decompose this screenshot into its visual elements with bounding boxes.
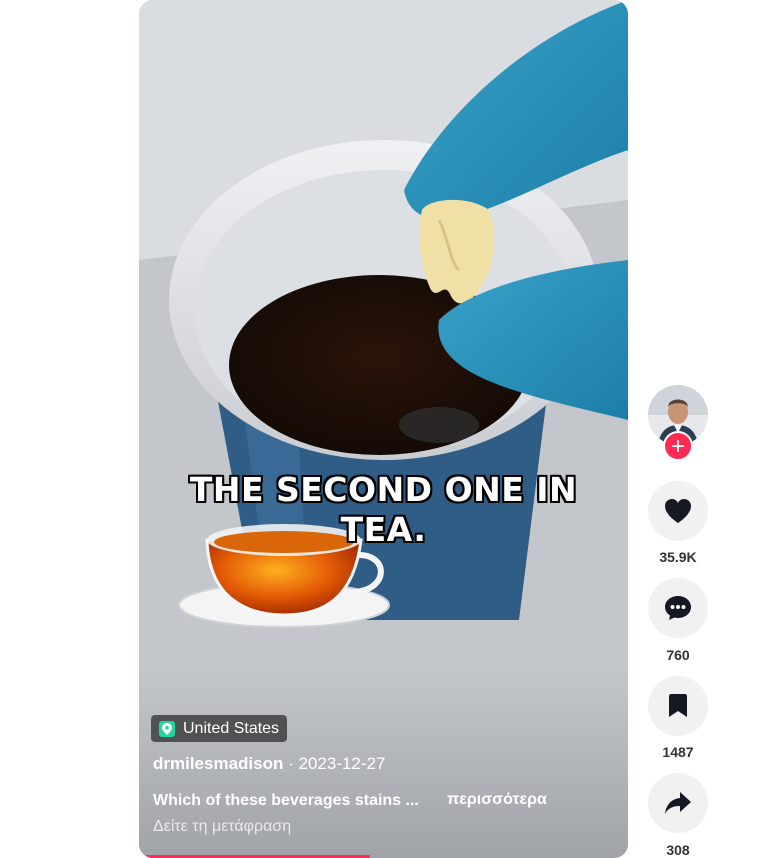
caption-line-1: THE SECOND ONE IN (189, 470, 578, 509)
save-button[interactable] (648, 676, 708, 736)
video-caption: THE SECOND ONE IN TEA. (139, 470, 628, 550)
post-date: 2023-12-27 (298, 754, 386, 773)
save-count: 1487 (662, 744, 694, 760)
comment-button[interactable] (648, 578, 708, 638)
share-button[interactable] (648, 773, 708, 833)
comment-icon (665, 596, 691, 620)
comment-count: 760 (666, 647, 690, 663)
like-count: 35.9K (659, 549, 697, 565)
share-icon (665, 792, 691, 814)
video-meta: drmilesmadison · 2023-12-27 (153, 754, 385, 774)
video-description: Which of these beverages stains ... (153, 792, 419, 809)
location-label: United States (183, 719, 280, 737)
bookmark-icon (669, 694, 687, 717)
translate-link[interactable]: Δείτε τη μετάφραση (153, 818, 291, 836)
meta-separator: · (288, 754, 299, 773)
follow-button[interactable]: + (663, 431, 693, 461)
share-count: 308 (666, 842, 690, 858)
author-name[interactable]: drmilesmadison (153, 754, 283, 773)
like-button[interactable] (648, 481, 708, 541)
heart-icon (665, 499, 691, 523)
location-pin-icon (159, 720, 175, 737)
more-button[interactable]: περισσότερα (447, 791, 547, 809)
video-player[interactable]: THE SECOND ONE IN TEA. United States drm… (139, 0, 628, 858)
location-tag[interactable]: United States (151, 715, 288, 742)
caption-line-2: TEA. (340, 510, 427, 549)
